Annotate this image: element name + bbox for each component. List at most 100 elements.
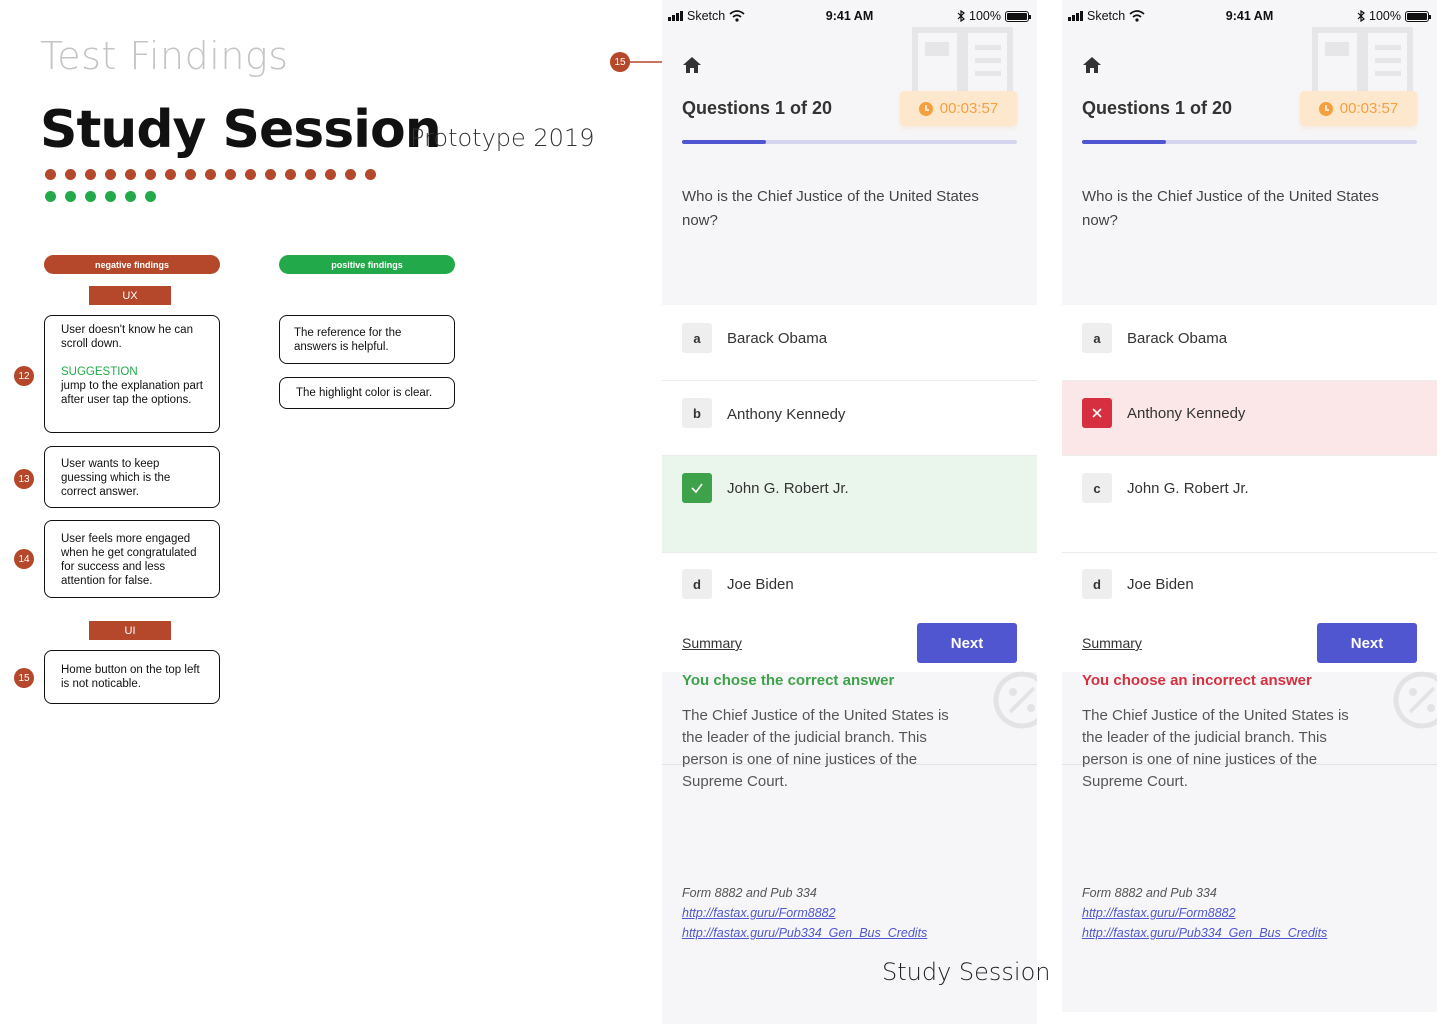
finding-dot bbox=[325, 169, 336, 180]
finding-card-negative: User feels more engaged when he get cong… bbox=[44, 520, 220, 598]
finding-dot bbox=[365, 169, 376, 180]
finding-dot bbox=[345, 169, 356, 180]
finding-dot bbox=[45, 191, 56, 202]
suggestion-text: jump to the explanation part after user … bbox=[61, 380, 203, 406]
finding-dot bbox=[225, 169, 236, 180]
next-button[interactable]: Next bbox=[917, 623, 1017, 663]
explanation-panel: You choose an incorrect answer The Chief… bbox=[1062, 671, 1437, 1012]
question-text: Who is the Chief Justice of the United S… bbox=[1082, 188, 1379, 229]
timer: 00:03:57 bbox=[1300, 91, 1417, 126]
option-text: John G. Robert Jr. bbox=[727, 480, 849, 497]
discount-badge-watermark-icon bbox=[1393, 671, 1437, 729]
finding-text: User doesn't know he can scroll down. bbox=[61, 324, 193, 350]
positive-findings-header: positive findings bbox=[279, 255, 455, 274]
reference-title: Form 8882 and Pub 334 bbox=[1082, 886, 1217, 900]
progress-bar bbox=[1082, 140, 1417, 144]
option-a[interactable]: a Barack Obama bbox=[662, 305, 1037, 381]
negative-count-dots bbox=[45, 169, 376, 180]
summary-link[interactable]: Summary bbox=[682, 635, 742, 651]
option-b[interactable]: b Anthony Kennedy bbox=[662, 381, 1037, 456]
suggestion-label: SUGGESTION bbox=[61, 366, 138, 378]
question-text: Who is the Chief Justice of the United S… bbox=[682, 188, 979, 229]
timer-value: 00:03:57 bbox=[1339, 100, 1399, 117]
home-icon[interactable] bbox=[682, 55, 702, 75]
option-letter: b bbox=[682, 398, 712, 428]
finding-dot bbox=[125, 169, 136, 180]
status-bar: Sketch 9:41 AM 100% bbox=[662, 0, 1037, 32]
battery-icon bbox=[1005, 10, 1031, 22]
clock-icon bbox=[1318, 101, 1333, 116]
status-bar: Sketch 9:41 AM 100% bbox=[1062, 0, 1437, 32]
finding-card-negative: User wants to keep guessing which is the… bbox=[44, 446, 220, 508]
negative-findings-header: negative findings bbox=[44, 255, 220, 274]
timer-value: 00:03:57 bbox=[939, 100, 999, 117]
clock-icon bbox=[918, 101, 933, 116]
finding-text: Home button on the top left is not notic… bbox=[61, 664, 200, 690]
reference-link[interactable]: http://fastax.guru/Form8882 bbox=[682, 906, 836, 920]
option-c-correct[interactable]: John G. Robert Jr. bbox=[662, 456, 1037, 553]
phone-screen-correct: Sketch 9:41 AM 100% Questions 1 of 20 00… bbox=[662, 0, 1037, 1024]
timer: 00:03:57 bbox=[900, 91, 1017, 126]
question-counter: Questions 1 of 20 bbox=[682, 98, 833, 118]
check-icon bbox=[682, 473, 712, 503]
finding-dot bbox=[185, 169, 196, 180]
reference-link[interactable]: http://fastax.guru/Form8882 bbox=[1082, 906, 1236, 920]
summary-link[interactable]: Summary bbox=[1082, 635, 1142, 651]
result-message: You choose an incorrect answer bbox=[1082, 672, 1312, 689]
option-letter: c bbox=[1082, 473, 1112, 503]
option-text: Anthony Kennedy bbox=[1127, 405, 1246, 422]
option-letter: a bbox=[682, 323, 712, 353]
finding-number: 15 bbox=[14, 668, 34, 688]
progress-bar bbox=[682, 140, 1017, 144]
finding-card-negative: Home button on the top left is not notic… bbox=[44, 650, 220, 704]
finding-dot bbox=[145, 191, 156, 202]
finding-dot bbox=[205, 169, 216, 180]
battery-percent: 100% bbox=[969, 9, 1001, 23]
option-text: John G. Robert Jr. bbox=[1127, 480, 1249, 497]
finding-text: The highlight color is clear. bbox=[296, 387, 433, 399]
finding-card-positive: The highlight color is clear. bbox=[279, 377, 455, 409]
battery-icon bbox=[1405, 10, 1431, 22]
option-a[interactable]: a Barack Obama bbox=[1062, 305, 1437, 381]
finding-number: 13 bbox=[14, 469, 34, 489]
home-icon[interactable] bbox=[1082, 55, 1102, 75]
option-text: Barack Obama bbox=[1127, 330, 1228, 347]
finding-card-negative: User doesn't know he can scroll down. SU… bbox=[44, 315, 220, 433]
finding-dot bbox=[265, 169, 276, 180]
option-text: Barack Obama bbox=[727, 330, 828, 347]
finding-dot bbox=[65, 169, 76, 180]
finding-dot bbox=[85, 191, 96, 202]
board-kicker: Test Findings bbox=[40, 34, 289, 78]
finding-dot bbox=[125, 191, 136, 202]
phone-screen-incorrect: Sketch 9:41 AM 100% Questions 1 of 20 00… bbox=[1062, 0, 1437, 1012]
board-subtitle: Prototype 2019 bbox=[410, 124, 595, 152]
finding-dot bbox=[45, 169, 56, 180]
finding-dot bbox=[65, 191, 76, 202]
option-b-incorrect[interactable]: Anthony Kennedy bbox=[1062, 381, 1437, 456]
discount-badge-watermark-icon bbox=[993, 671, 1037, 729]
reference-link[interactable]: http://fastax.guru/Pub334_Gen_Bus_Credit… bbox=[682, 926, 927, 940]
progress-fill bbox=[1082, 140, 1166, 144]
option-c[interactable]: c John G. Robert Jr. bbox=[1062, 456, 1437, 553]
reference-link[interactable]: http://fastax.guru/Pub334_Gen_Bus_Credit… bbox=[1082, 926, 1327, 940]
option-letter: a bbox=[1082, 323, 1112, 353]
explanation-text: The Chief Justice of the United States i… bbox=[1082, 707, 1349, 790]
progress-fill bbox=[682, 140, 766, 144]
bluetooth-icon bbox=[1357, 10, 1365, 22]
option-letter: d bbox=[682, 569, 712, 599]
finding-dot bbox=[245, 169, 256, 180]
board-title: Study Session bbox=[40, 100, 442, 160]
category-ux: UX bbox=[89, 286, 171, 305]
finding-text: The reference for the answers is helpful… bbox=[294, 327, 402, 353]
category-ui: UI bbox=[89, 621, 171, 640]
option-text: Anthony Kennedy bbox=[727, 406, 846, 423]
result-message: You chose the correct answer bbox=[682, 672, 895, 689]
finding-dot bbox=[145, 169, 156, 180]
option-text: Joe Biden bbox=[1127, 576, 1194, 593]
finding-text: User wants to keep guessing which is the… bbox=[61, 458, 171, 498]
explanation-text: The Chief Justice of the United States i… bbox=[682, 707, 949, 790]
bluetooth-icon bbox=[957, 10, 965, 22]
next-button[interactable]: Next bbox=[1317, 623, 1417, 663]
finding-dot bbox=[105, 169, 116, 180]
finding-text: User feels more engaged when he get cong… bbox=[61, 533, 197, 587]
